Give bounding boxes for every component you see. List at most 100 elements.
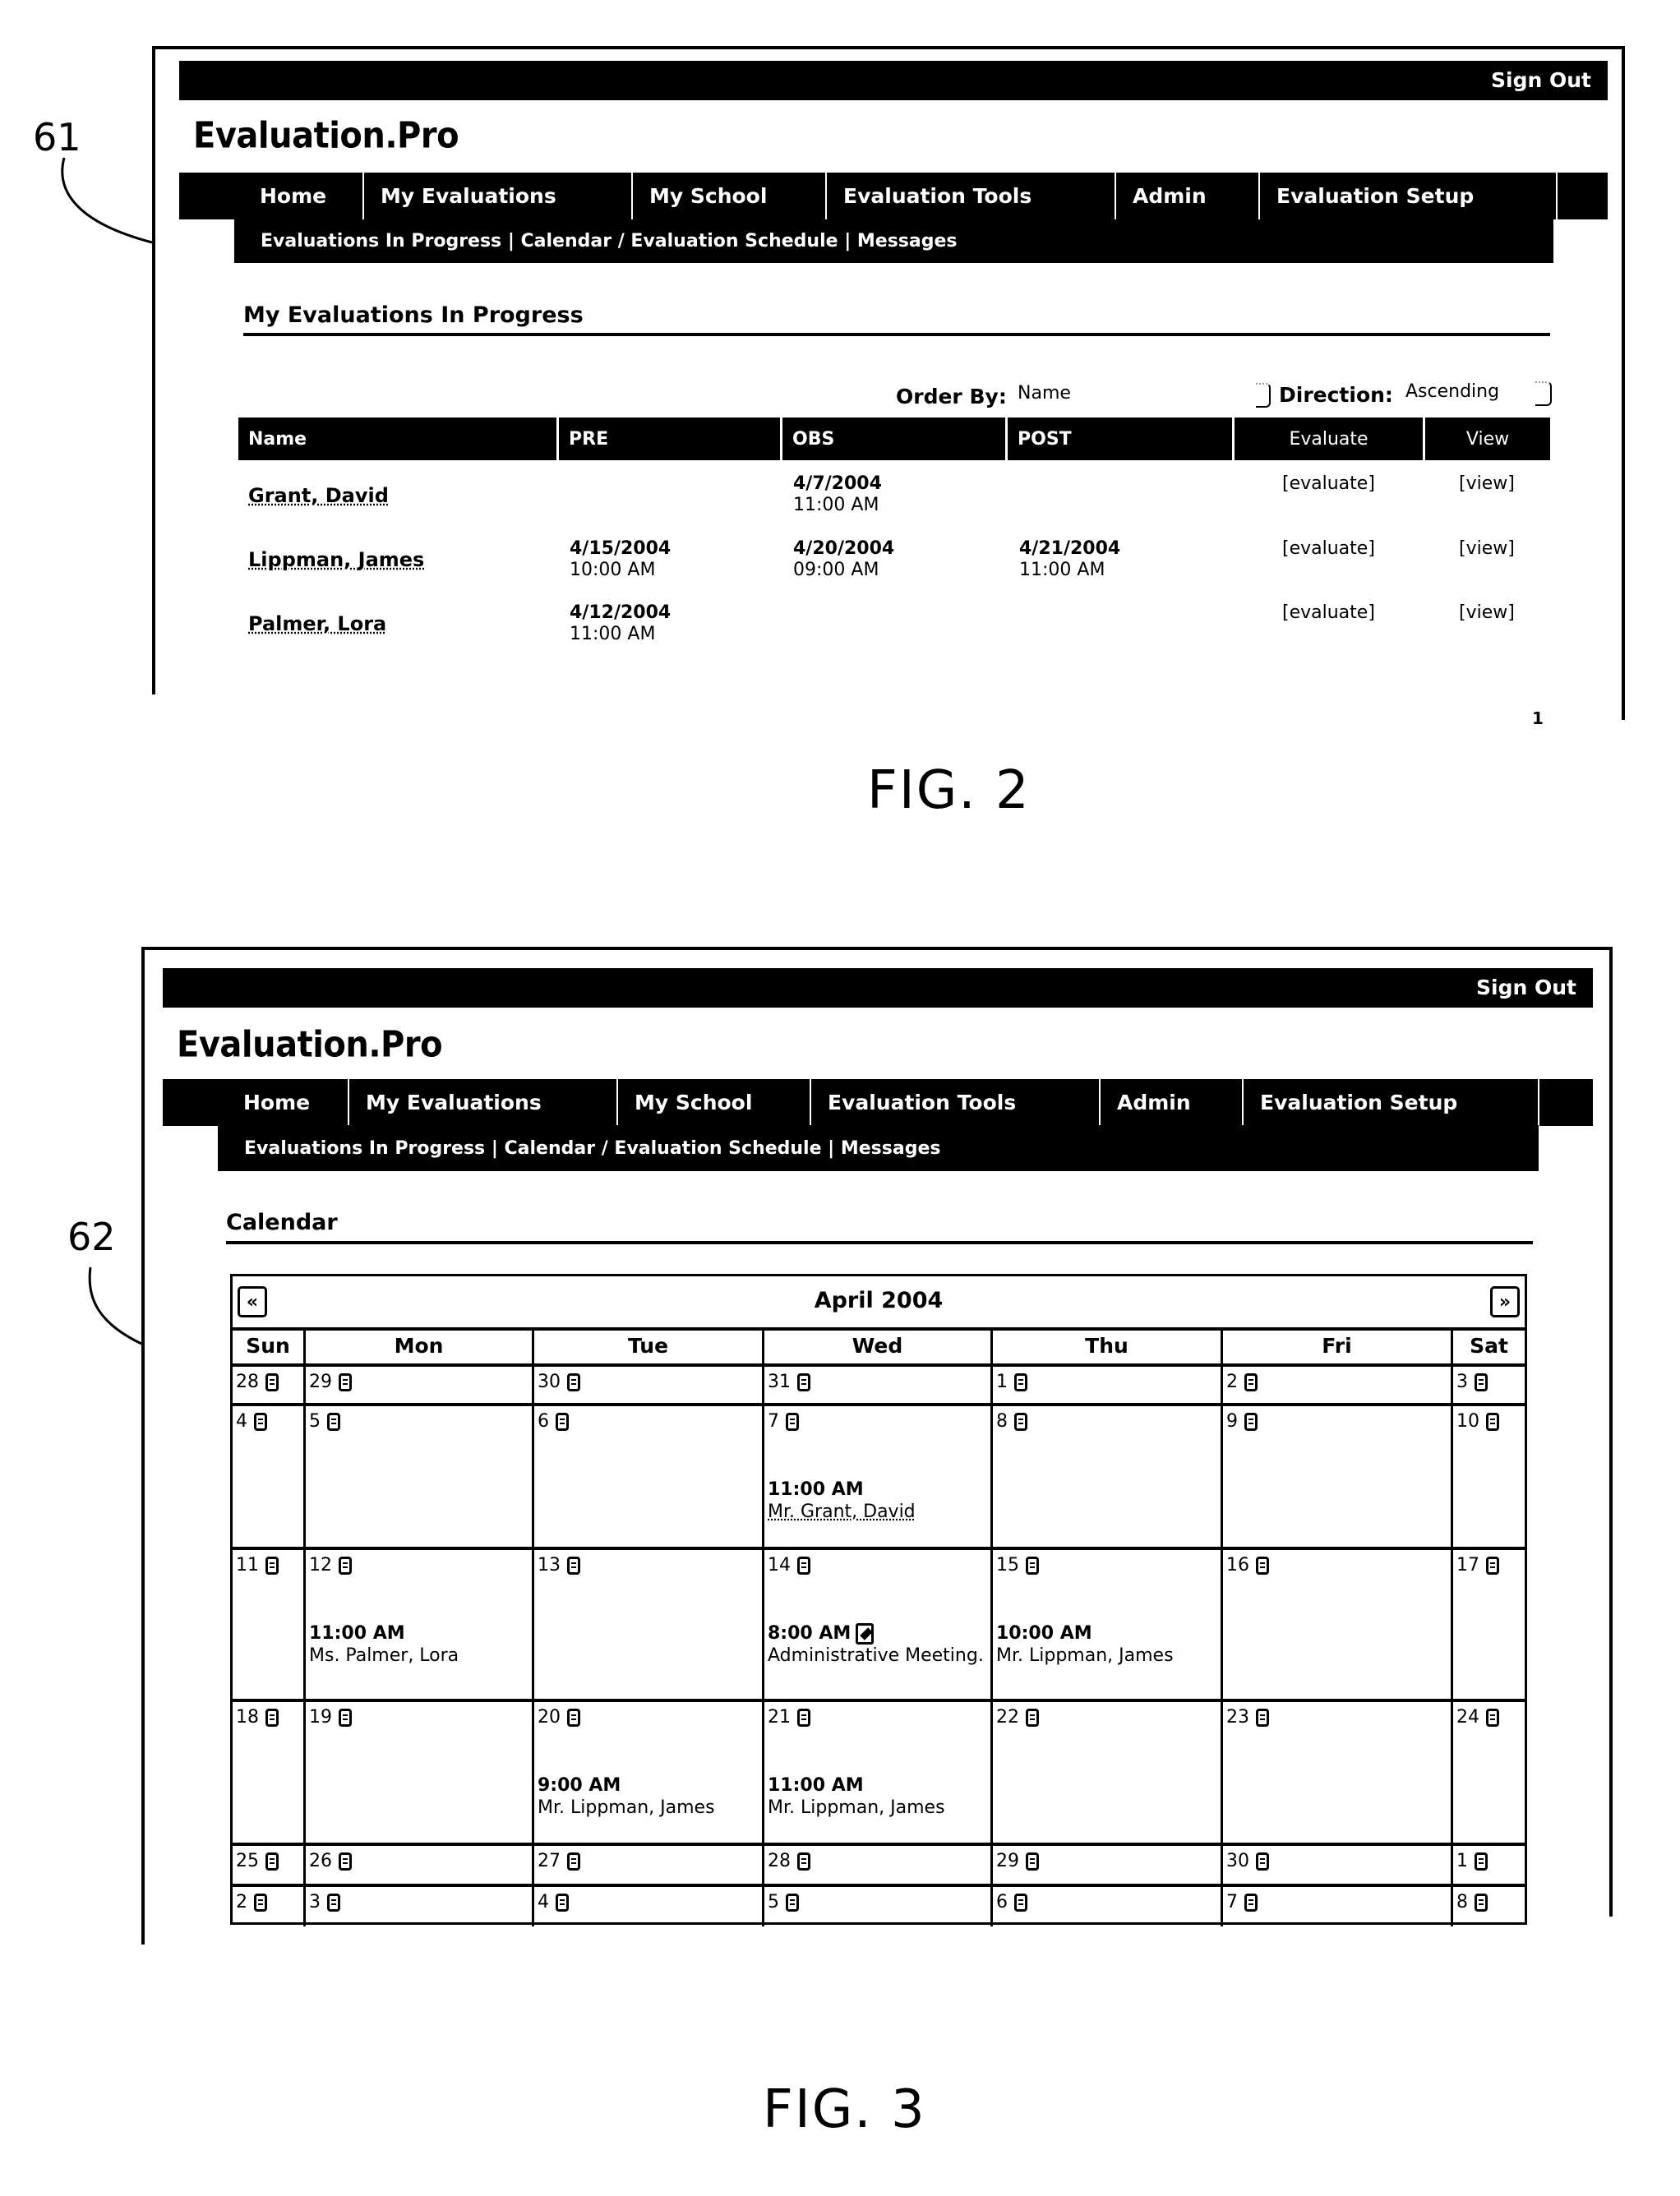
sub-nav[interactable]: Evaluations In Progress | Calendar / Eva… bbox=[218, 1125, 1539, 1171]
calendar-day-cell[interactable]: 7 11:00 AM Mr. Grant, David bbox=[764, 1406, 993, 1550]
calendar-day-cell[interactable]: 5 bbox=[764, 1887, 993, 1926]
calendar-page-icon[interactable] bbox=[786, 1893, 799, 1912]
calendar-day-cell[interactable]: 31 bbox=[764, 1367, 993, 1406]
day-number[interactable]: 20 bbox=[538, 1707, 561, 1728]
nav-home[interactable]: Home bbox=[179, 173, 364, 219]
calendar-day-cell[interactable]: 29 bbox=[306, 1367, 534, 1406]
day-number[interactable]: 21 bbox=[768, 1707, 791, 1728]
nav-my-school[interactable]: My School bbox=[618, 1079, 811, 1126]
nav-admin[interactable]: Admin bbox=[1116, 173, 1260, 219]
calendar-page-icon[interactable] bbox=[567, 1708, 580, 1727]
nav-my-evaluations[interactable]: My Evaluations bbox=[349, 1079, 618, 1126]
calendar-page-icon[interactable] bbox=[1256, 1708, 1269, 1727]
calendar-page-icon[interactable] bbox=[1486, 1412, 1499, 1431]
calendar-page-icon[interactable] bbox=[1475, 1893, 1488, 1912]
calendar-event[interactable]: 11:00 AM Mr. Grant, David bbox=[768, 1479, 916, 1523]
calendar-day-cell[interactable]: 2 bbox=[1223, 1367, 1453, 1406]
subnav-messages[interactable]: Messages bbox=[857, 231, 958, 251]
day-number[interactable]: 28 bbox=[768, 1851, 791, 1871]
calendar-page-icon[interactable] bbox=[339, 1852, 352, 1871]
evaluatee-name-link[interactable]: Lippman, James bbox=[248, 549, 424, 570]
calendar-page-icon[interactable] bbox=[1486, 1556, 1499, 1575]
calendar-page-icon[interactable] bbox=[1014, 1412, 1027, 1431]
day-number[interactable]: 5 bbox=[768, 1892, 779, 1912]
calendar-page-icon[interactable] bbox=[1244, 1412, 1258, 1431]
day-number[interactable]: 10 bbox=[1456, 1411, 1479, 1432]
day-number[interactable]: 4 bbox=[538, 1892, 549, 1912]
calendar-day-cell[interactable]: 22 bbox=[993, 1702, 1223, 1846]
evaluate-link[interactable]: [evaluate] bbox=[1282, 538, 1375, 560]
direction-dropdown-arrow[interactable] bbox=[1535, 381, 1552, 406]
calendar-page-icon[interactable] bbox=[327, 1412, 340, 1431]
calendar-day-cell[interactable]: 24 bbox=[1453, 1702, 1525, 1846]
day-number[interactable]: 29 bbox=[996, 1851, 1019, 1871]
calendar-day-cell[interactable]: 30 bbox=[1223, 1846, 1453, 1887]
calendar-page-icon[interactable] bbox=[556, 1893, 569, 1912]
calendar-page-icon[interactable] bbox=[1014, 1372, 1027, 1391]
calendar-day-cell[interactable]: 1 bbox=[993, 1367, 1223, 1406]
nav-evaluation-setup[interactable]: Evaluation Setup bbox=[1260, 173, 1558, 219]
day-number[interactable]: 1 bbox=[996, 1372, 1008, 1392]
day-number[interactable]: 30 bbox=[1226, 1851, 1249, 1871]
day-number[interactable]: 14 bbox=[768, 1555, 791, 1575]
calendar-day-cell[interactable]: 7 bbox=[1223, 1887, 1453, 1926]
nav-evaluation-tools[interactable]: Evaluation Tools bbox=[811, 1079, 1101, 1126]
calendar-page-icon[interactable] bbox=[1475, 1372, 1488, 1391]
calendar-day-cell[interactable]: 28 bbox=[764, 1846, 993, 1887]
calendar-day-cell[interactable]: 14 8:00 AM Administrative Meeting. bbox=[764, 1550, 993, 1702]
calendar-day-cell[interactable]: 23 bbox=[1223, 1702, 1453, 1846]
calendar-day-cell[interactable]: 11 bbox=[233, 1550, 306, 1702]
day-number[interactable]: 26 bbox=[309, 1851, 332, 1871]
calendar-page-icon[interactable] bbox=[339, 1372, 352, 1391]
edit-note-icon[interactable] bbox=[856, 1622, 875, 1645]
calendar-event[interactable]: 10:00 AM Mr. Lippman, James bbox=[996, 1622, 1174, 1667]
nav-evaluation-tools[interactable]: Evaluation Tools bbox=[827, 173, 1116, 219]
nav-my-evaluations[interactable]: My Evaluations bbox=[364, 173, 633, 219]
calendar-day-cell[interactable]: 12 11:00 AM Ms. Palmer, Lora bbox=[306, 1550, 534, 1702]
day-number[interactable]: 13 bbox=[538, 1555, 561, 1575]
calendar-day-cell[interactable]: 4 bbox=[233, 1406, 306, 1550]
calendar-page-icon[interactable] bbox=[1026, 1708, 1039, 1727]
calendar-page-icon[interactable] bbox=[797, 1556, 810, 1575]
calendar-page-icon[interactable] bbox=[567, 1372, 580, 1391]
calendar-page-icon[interactable] bbox=[339, 1708, 352, 1727]
day-number[interactable]: 9 bbox=[1226, 1411, 1238, 1432]
order-by-select[interactable]: Name bbox=[1018, 383, 1071, 404]
day-number[interactable]: 6 bbox=[538, 1411, 549, 1432]
calendar-page-icon[interactable] bbox=[797, 1372, 810, 1391]
calendar-event[interactable]: 11:00 AM Mr. Lippman, James bbox=[768, 1774, 945, 1819]
day-number[interactable]: 22 bbox=[996, 1707, 1019, 1728]
col-header-post[interactable]: POST bbox=[1008, 418, 1235, 460]
calendar-page-icon[interactable] bbox=[567, 1852, 580, 1871]
calendar-day-cell[interactable]: 2 bbox=[233, 1887, 306, 1926]
calendar-day-cell[interactable]: 10 bbox=[1453, 1406, 1525, 1550]
day-number[interactable]: 12 bbox=[309, 1555, 332, 1575]
col-header-obs[interactable]: OBS bbox=[782, 418, 1008, 460]
view-link[interactable]: [view] bbox=[1459, 602, 1515, 624]
day-number[interactable]: 15 bbox=[996, 1555, 1019, 1575]
calendar-page-icon[interactable] bbox=[1026, 1556, 1039, 1575]
calendar-day-cell[interactable]: 25 bbox=[233, 1846, 306, 1887]
calendar-event[interactable]: 9:00 AM Mr. Lippman, James bbox=[538, 1774, 715, 1819]
calendar-day-cell[interactable]: 6 bbox=[993, 1887, 1223, 1926]
day-number[interactable]: 2 bbox=[1226, 1372, 1238, 1392]
calendar-day-cell[interactable]: 19 bbox=[306, 1702, 534, 1846]
calendar-page-icon[interactable] bbox=[786, 1412, 799, 1431]
calendar-day-cell[interactable]: 29 bbox=[993, 1846, 1223, 1887]
day-number[interactable]: 3 bbox=[1456, 1372, 1468, 1392]
view-link[interactable]: [view] bbox=[1459, 473, 1515, 495]
calendar-day-cell[interactable]: 13 bbox=[534, 1550, 764, 1702]
evaluatee-name-link[interactable]: Palmer, Lora bbox=[248, 613, 386, 634]
calendar-day-cell[interactable]: 3 bbox=[1453, 1367, 1525, 1406]
calendar-day-cell[interactable]: 28 bbox=[233, 1367, 306, 1406]
calendar-day-cell[interactable]: 20 9:00 AM Mr. Lippman, James bbox=[534, 1702, 764, 1846]
calendar-page-icon[interactable] bbox=[1486, 1708, 1499, 1727]
calendar-page-icon[interactable] bbox=[797, 1852, 810, 1871]
subnav-evaluations-in-progress[interactable]: Evaluations In Progress bbox=[261, 231, 501, 251]
day-number[interactable]: 1 bbox=[1456, 1851, 1468, 1871]
day-number[interactable]: 28 bbox=[236, 1372, 259, 1392]
calendar-day-cell[interactable]: 18 bbox=[233, 1702, 306, 1846]
nav-home[interactable]: Home bbox=[163, 1079, 349, 1126]
day-number[interactable]: 8 bbox=[996, 1411, 1008, 1432]
calendar-page-icon[interactable] bbox=[339, 1556, 352, 1575]
